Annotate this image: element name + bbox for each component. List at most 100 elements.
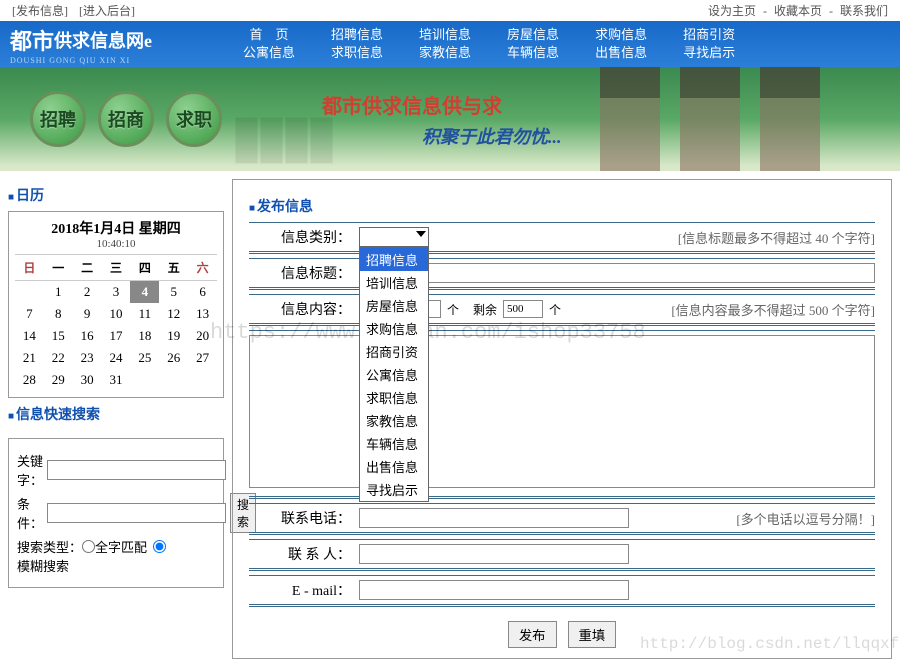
calendar-day[interactable]: 27 [188,347,217,369]
banner-circle-button[interactable]: 求职 [166,91,222,147]
calendar-day[interactable]: 9 [73,303,102,325]
calendar-day[interactable]: 14 [15,325,44,347]
dropdown-item[interactable]: 求购信息 [360,317,428,340]
calendar-weekday: 五 [159,254,188,281]
title-input[interactable] [359,263,875,283]
condition-input[interactable] [47,503,226,523]
category-dropdown[interactable]: 招聘信息培训信息房屋信息求购信息招商引资公寓信息求职信息家教信息车辆信息出售信息… [359,227,429,247]
dropdown-item[interactable]: 出售信息 [360,455,428,478]
calendar-day[interactable]: 25 [130,347,159,369]
calendar-day[interactable]: 10 [102,303,131,325]
calendar-day[interactable]: 17 [102,325,131,347]
phone-input[interactable] [359,508,629,528]
search-title: 信息快速搜索 [8,404,224,424]
calendar-day[interactable]: 26 [159,347,188,369]
email-label: E - mail： [249,580,359,600]
calendar-weekday: 四 [130,254,159,281]
calendar-day[interactable]: 19 [159,325,188,347]
calendar-date: 2018年1月4日 星期四 [15,218,217,238]
contact-input[interactable] [359,544,629,564]
banner: 招聘招商求职 ▮▮▮▮ 都市供求信息供与求 积聚于此君勿忧... [0,67,900,171]
calendar-day[interactable]: 1 [44,281,73,303]
fuzzy-radio[interactable] [153,540,166,553]
title-label: 信息标题： [249,263,359,283]
submit-button[interactable]: 发布 [508,621,557,648]
dropdown-item[interactable]: 培训信息 [360,271,428,294]
calendar-day[interactable]: 31 [102,369,131,391]
calendar-day[interactable]: 12 [159,303,188,325]
calendar-day[interactable]: 13 [188,303,217,325]
fullmatch-radio[interactable] [82,540,95,553]
calendar-day[interactable]: 4 [130,281,159,303]
calendar-day[interactable]: 11 [130,303,159,325]
keyword-input[interactable] [47,460,226,480]
reset-button[interactable]: 重填 [568,621,617,648]
nav-link[interactable]: 寻找启示 [683,44,735,62]
form-title: 发布信息 [249,196,875,216]
calendar-day[interactable]: 28 [15,369,44,391]
calendar-weekday: 三 [102,254,131,281]
dropdown-item[interactable]: 求职信息 [360,386,428,409]
quick-search: 关键字： 条 件： 搜索 搜索类型： 全字匹配 模糊搜索 [8,438,224,588]
contact-link[interactable]: 联系我们 [840,4,888,18]
calendar-day [188,369,217,391]
banner-circle-button[interactable]: 招商 [98,91,154,147]
content-textarea[interactable] [249,335,875,488]
calendar-day[interactable]: 23 [73,347,102,369]
calendar-day[interactable]: 16 [73,325,102,347]
calendar-day[interactable]: 6 [188,281,217,303]
dropdown-item[interactable]: 寻找启示 [360,478,428,501]
dropdown-item[interactable]: 招聘信息 [360,248,428,271]
keyword-label: 关键字： [17,451,43,489]
admin-link[interactable]: [进入后台] [79,4,135,18]
calendar-day[interactable]: 24 [102,347,131,369]
calendar-day[interactable]: 3 [102,281,131,303]
nav-link[interactable]: 车辆信息 [507,44,559,62]
email-input[interactable] [359,580,629,600]
nav-link[interactable]: 求职信息 [331,44,383,62]
nav-link[interactable]: 出售信息 [595,44,647,62]
phone-label: 联系电话： [249,508,359,528]
favorite-link[interactable]: 收藏本页 [774,4,822,18]
category-label: 信息类别： [249,227,359,247]
nav-link[interactable]: 招商引资 [683,26,735,44]
nav-link[interactable]: 求购信息 [595,26,647,44]
title-hint: [信息标题最多不得超过 40 个字符] [678,228,875,247]
set-home-link[interactable]: 设为主页 [708,4,756,18]
calendar-day[interactable]: 7 [15,303,44,325]
top-bar: [发布信息] [进入后台] 设为主页 - 收藏本页 - 联系我们 [0,0,900,21]
calendar-day[interactable]: 8 [44,303,73,325]
calendar-day[interactable]: 21 [15,347,44,369]
phone-hint: [多个电话以逗号分隔！] [736,509,875,528]
calendar-day[interactable]: 22 [44,347,73,369]
contact-label: 联 系 人： [249,544,359,564]
calendar-day[interactable]: 15 [44,325,73,347]
dropdown-item[interactable]: 家教信息 [360,409,428,432]
searchtype-label: 搜索类型： [17,537,82,556]
nav-link[interactable]: 首 页 [250,26,289,44]
calendar-day[interactable]: 18 [130,325,159,347]
content-label: 信息内容： [249,299,359,319]
calendar-day[interactable]: 30 [73,369,102,391]
dropdown-item[interactable]: 公寓信息 [360,363,428,386]
publish-link[interactable]: [发布信息] [12,4,68,18]
header: 都市 供求信息网e DOUSHI GONG QIU XIN XI 首 页公寓信息… [0,21,900,67]
calendar-day[interactable]: 29 [44,369,73,391]
nav-link[interactable]: 房屋信息 [507,26,559,44]
nav-link[interactable]: 家教信息 [419,44,471,62]
calendar-day[interactable]: 20 [188,325,217,347]
banner-title: 都市供求信息供与求 [322,90,562,119]
dropdown-item[interactable]: 房屋信息 [360,294,428,317]
topbar-right: 设为主页 - 收藏本页 - 联系我们 [704,2,892,19]
nav-link[interactable]: 公寓信息 [243,44,295,62]
calendar-day [159,369,188,391]
calendar-day[interactable]: 5 [159,281,188,303]
banner-circle-button[interactable]: 招聘 [30,91,86,147]
calendar-day[interactable]: 2 [73,281,102,303]
dropdown-item[interactable]: 招商引资 [360,340,428,363]
nav-link[interactable]: 招聘信息 [331,26,383,44]
main-nav: 首 页公寓信息 招聘信息求职信息 培训信息家教信息 房屋信息车辆信息 求购信息出售信息 招… [225,26,900,62]
calendar-weekday: 日 [15,254,44,281]
dropdown-item[interactable]: 车辆信息 [360,432,428,455]
nav-link[interactable]: 培训信息 [419,26,471,44]
